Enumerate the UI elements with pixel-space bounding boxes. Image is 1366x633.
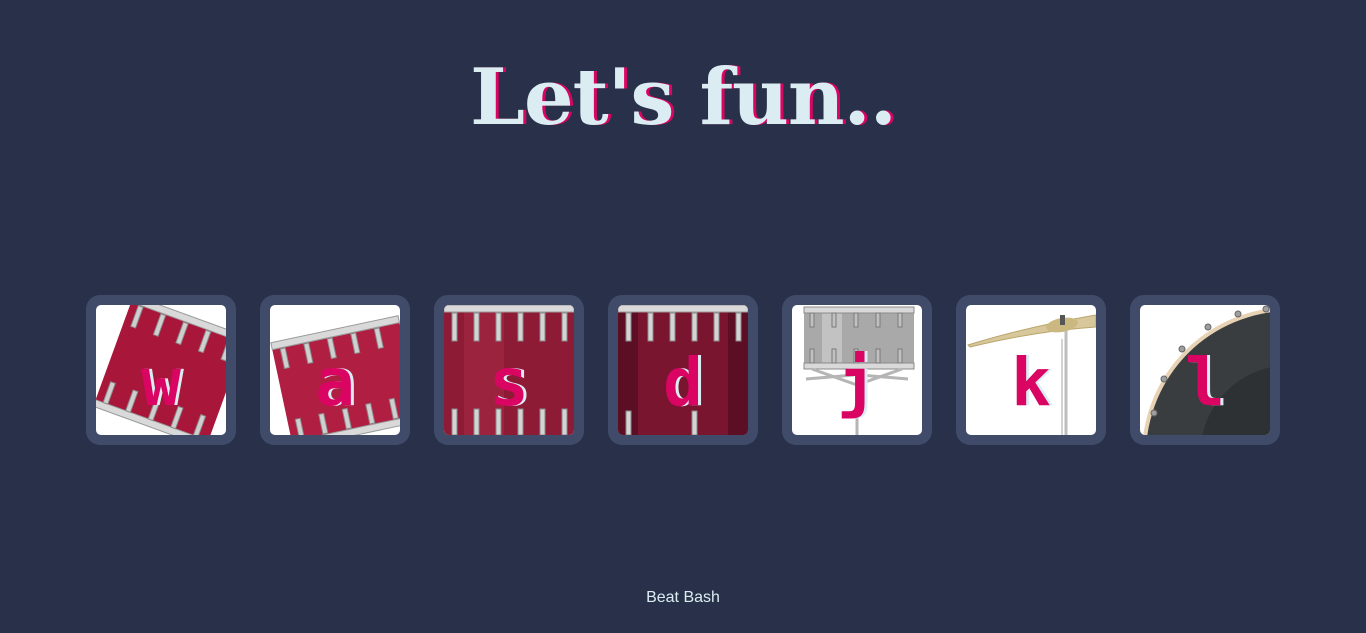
drum-button-j[interactable]: j [782, 295, 932, 445]
drum-key-label: w [141, 344, 181, 421]
drum-key-label: d [663, 344, 703, 421]
drum-button-k[interactable]: k [956, 295, 1106, 445]
drum-face: j [792, 305, 922, 435]
drum-face: w [96, 305, 226, 435]
drum-key-label: j [837, 344, 877, 421]
drum-key-label: l [1185, 344, 1225, 421]
drum-face: d [618, 305, 748, 435]
drum-face: s [444, 305, 574, 435]
drum-button-w[interactable]: w [86, 295, 236, 445]
drum-button-l[interactable]: l [1130, 295, 1280, 445]
footer-brand: Beat Bash [646, 589, 720, 606]
drum-key-label: a [315, 344, 355, 421]
drum-face: k [966, 305, 1096, 435]
drum-button-a[interactable]: a [260, 295, 410, 445]
drum-button-s[interactable]: s [434, 295, 584, 445]
drum-face: a [270, 305, 400, 435]
drum-key-label: s [489, 344, 529, 421]
drum-key-label: k [1011, 344, 1051, 421]
drum-button-d[interactable]: d [608, 295, 758, 445]
drum-face: l [1140, 305, 1270, 435]
drum-set: w a s d j k l [86, 295, 1280, 445]
page-title: Let's fun.. [470, 52, 897, 143]
